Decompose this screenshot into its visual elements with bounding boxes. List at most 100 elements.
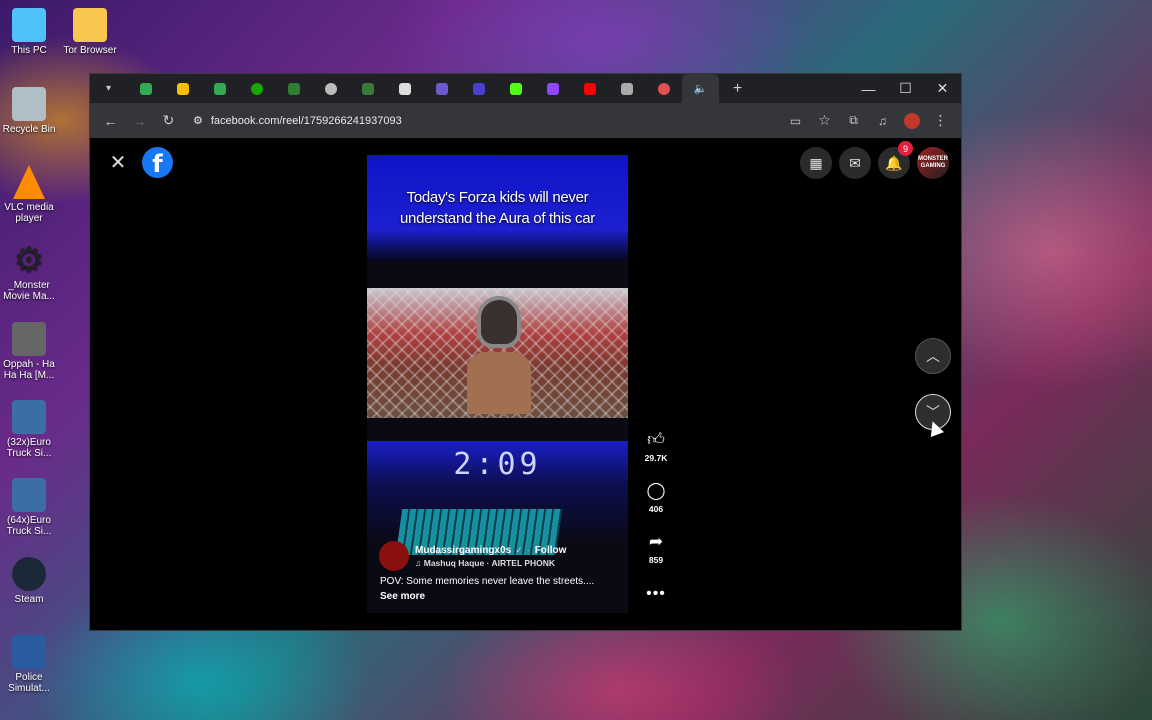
like-count: 29.7K (644, 453, 668, 463)
tab-search-dropdown[interactable]: ▾ (90, 74, 127, 103)
follow-button[interactable]: Follow (535, 545, 567, 556)
plus-icon: + (732, 79, 743, 97)
desktop-icon-euro-truck-32[interactable]: (32x)Euro Truck Si... (0, 400, 60, 459)
google-drive-icon (176, 82, 189, 95)
desktop-icon-label: _Monster Movie Ma... (3, 280, 55, 302)
share-button[interactable]: ➦ 859 (649, 532, 663, 583)
st-icon (287, 82, 300, 95)
desktop-icon-police-simulator[interactable]: Police Simulat... (0, 635, 60, 694)
previous-reel-button[interactable]: ︿ (915, 338, 951, 374)
author-name[interactable]: Mudassirgamingx0s (415, 545, 511, 556)
reel-video[interactable]: Today's Forza kids will never understand… (367, 155, 628, 613)
tab[interactable] (349, 74, 386, 103)
desktop-icon-label: Police Simulat... (8, 672, 50, 694)
recycle-bin-icon (12, 87, 46, 121)
toolbar-actions: ▭ ☆ ⧉ ♫ ⋮ (781, 106, 955, 135)
menu-kebab-icon[interactable]: ⋮ (926, 106, 955, 135)
tab[interactable] (127, 74, 164, 103)
notifications-bell-icon[interactable]: 🔔 9 (878, 141, 913, 179)
tab[interactable] (645, 74, 682, 103)
image-icon (398, 82, 411, 95)
reload-button[interactable]: ↻ (154, 106, 183, 135)
tab[interactable] (201, 74, 238, 103)
cast-icon[interactable]: ▭ (781, 106, 810, 135)
see-more-link[interactable]: See more (380, 591, 425, 602)
comment-button[interactable]: ◯ 406 (646, 481, 665, 532)
tab[interactable] (460, 74, 497, 103)
like-button[interactable]: 👍︎ 29.7K (645, 430, 668, 481)
tab[interactable] (238, 74, 275, 103)
upwork-icon (250, 82, 263, 95)
tab[interactable] (608, 74, 645, 103)
separator-dot: · (526, 545, 530, 555)
tab[interactable] (497, 74, 534, 103)
folder-icon (73, 8, 107, 42)
extensions-icon[interactable]: ⧉ (839, 106, 868, 135)
facebook-reel-page: ✕ f ▦ ✉ 🔔 9 MONSTER GAMING Today's Forza… (90, 138, 961, 630)
close-icon[interactable]: ✕ (104, 148, 132, 176)
desktop-icon-this-pc[interactable]: This PC (0, 8, 60, 56)
desktop-icon-label: This PC (11, 45, 47, 56)
media-controls-icon[interactable]: ♫ (868, 106, 897, 135)
police-icon (12, 635, 46, 669)
desktop-icon-euro-truck-64[interactable]: (64x)Euro Truck Si... (0, 478, 60, 537)
truck-icon (12, 400, 46, 434)
desktop-icon-label: Tor Browser (63, 45, 117, 56)
tab[interactable] (571, 74, 608, 103)
author-avatar[interactable] (379, 541, 409, 571)
desktop-icon-vlc[interactable]: VLC media player (0, 165, 60, 224)
kick-icon (509, 82, 522, 95)
desktop-icon-recycle-bin[interactable]: Recycle Bin (0, 87, 60, 135)
maximize-button[interactable]: ☐ (887, 74, 924, 103)
music-note-icon: ♫ (415, 557, 424, 568)
url-text: facebook.com/reel/1759266241937093 (210, 114, 402, 127)
site-info-icon[interactable]: ⚙ (193, 114, 203, 127)
facebook-logo-icon[interactable]: f (142, 147, 173, 178)
tab[interactable] (312, 74, 349, 103)
messenger-icon[interactable]: ✉ (839, 147, 871, 179)
reel-webcam-frame (367, 288, 628, 418)
desktop-icon-label: Recycle Bin (2, 124, 56, 135)
tab[interactable] (386, 74, 423, 103)
desktop-icon-steam[interactable]: Steam (0, 557, 60, 605)
google-drive-icon (139, 82, 152, 95)
profile-avatar[interactable] (897, 106, 926, 135)
tab[interactable] (423, 74, 460, 103)
address-bar[interactable]: ⚙ facebook.com/reel/1759266241937093 (187, 107, 737, 134)
music-info[interactable]: ♫ Mashuq Haque · AIRTEL PHONK (415, 558, 566, 568)
desktop-icon-tor-browser[interactable]: Tor Browser (58, 8, 122, 56)
close-window-button[interactable]: ✕ (924, 74, 961, 103)
tab[interactable] (275, 74, 312, 103)
tab[interactable] (164, 74, 201, 103)
reel-actions: 👍︎ 29.7K ◯ 406 ➦ 859 ••• (640, 430, 672, 603)
tab-icon (657, 82, 670, 95)
video-file-icon (12, 322, 46, 356)
tab-icon (435, 82, 448, 95)
share-count: 859 (648, 555, 664, 565)
speaker-icon: 🔈 (693, 83, 708, 95)
tab-active[interactable]: 🔈 (682, 74, 719, 103)
window-controls: — ☐ ✕ (850, 74, 961, 103)
tab-bar: ▾ 🔈 + — ☐ ✕ (90, 74, 961, 103)
tab[interactable] (534, 74, 571, 103)
account-avatar[interactable]: MONSTER GAMING (917, 147, 949, 179)
notification-badge: 9 (898, 141, 913, 156)
tab-icon (620, 82, 633, 95)
github-icon (324, 82, 337, 95)
reel-author: Mudassirgamingx0s ✓ · Follow ♫ Mashuq Ha… (379, 541, 566, 571)
gear-icon: ⚙ (13, 240, 45, 279)
back-button[interactable]: ← (96, 106, 125, 135)
tab-icon (472, 82, 485, 95)
desktop-icon-monster-movie-maker[interactable]: ⚙ _Monster Movie Ma... (0, 240, 60, 303)
menu-grid-icon[interactable]: ▦ (800, 147, 832, 179)
avatar-text: MONSTER GAMING (918, 156, 948, 169)
bookmark-star-icon[interactable]: ☆ (810, 106, 839, 135)
toolbar: ← → ↻ ⚙ facebook.com/reel/17592662419370… (90, 103, 961, 138)
forward-button[interactable]: → (125, 106, 154, 135)
desktop-icon-oppah-video[interactable]: Oppah - Ha Ha Ha [M... (0, 322, 60, 381)
minimize-button[interactable]: — (850, 74, 887, 103)
steam-icon (12, 557, 46, 591)
new-tab-button[interactable]: + (719, 74, 756, 103)
share-arrow-icon: ➦ (648, 532, 664, 551)
more-options-icon[interactable]: ••• (646, 585, 666, 603)
